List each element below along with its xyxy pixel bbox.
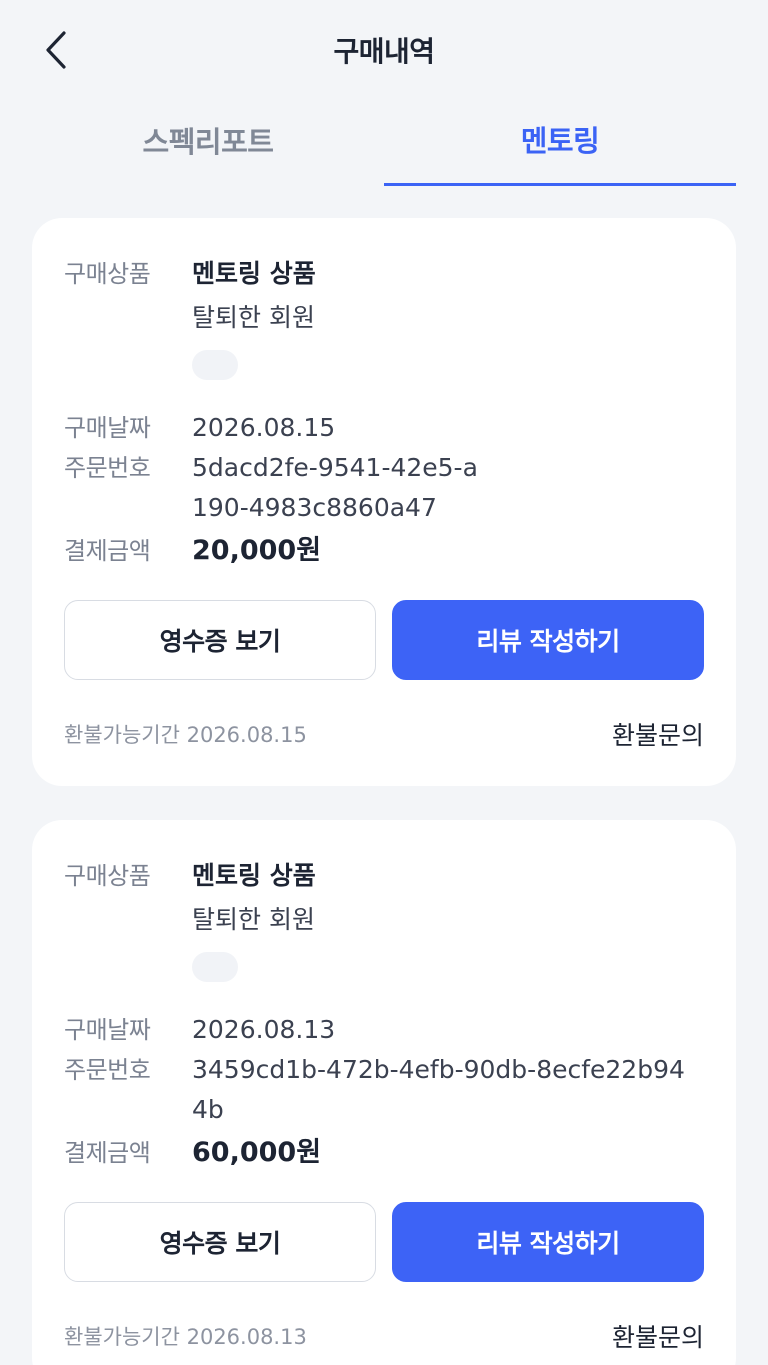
order-number: 3459cd1b-472b-4efb-90db-8ecfe22b944b: [192, 1055, 685, 1124]
tab-spec-report[interactable]: 스펙리포트: [32, 100, 384, 186]
write-review-button[interactable]: 리뷰 작성하기: [392, 600, 704, 680]
date-row: 구매날짜 2026.08.13: [64, 1010, 704, 1050]
payment-amount: 60,000원: [192, 1137, 322, 1168]
date-row: 구매날짜 2026.08.15: [64, 408, 704, 448]
product-info: 멘토링 상품 탈퇴한 회원: [192, 254, 316, 380]
product-label: 구매상품: [64, 260, 151, 288]
refund-inquiry-link[interactable]: 환불문의: [612, 716, 704, 752]
order-number-row: 주문번호 5dacd2fe-9541-42e5-a190-4983c8860a4…: [64, 448, 704, 528]
payment-amount: 20,000원: [192, 535, 322, 566]
action-buttons: 영수증 보기 리뷰 작성하기: [64, 600, 704, 680]
refund-period: 환불가능기간 2026.08.13: [64, 1325, 307, 1349]
date-label: 구매날짜: [64, 1016, 151, 1044]
card-footer: 환불가능기간 2026.08.13 환불문의: [64, 1318, 704, 1354]
order-number: 5dacd2fe-9541-42e5-a190-4983c8860a47: [192, 453, 478, 522]
mentor-name: 탈퇴한 회원: [192, 905, 315, 934]
order-number-row: 주문번호 3459cd1b-472b-4efb-90db-8ecfe22b944…: [64, 1050, 704, 1130]
purchase-date: 2026.08.13: [192, 1015, 336, 1044]
mentor-name: 탈퇴한 회원: [192, 303, 315, 332]
order-number-label: 주문번호: [64, 454, 151, 482]
amount-label: 결제금액: [64, 1139, 151, 1167]
product-label: 구매상품: [64, 862, 151, 890]
amount-row: 결제금액 60,000원: [64, 1130, 704, 1176]
action-buttons: 영수증 보기 리뷰 작성하기: [64, 1202, 704, 1282]
product-name: 멘토링 상품: [192, 259, 316, 288]
purchase-date: 2026.08.15: [192, 413, 336, 442]
amount-row: 결제금액 20,000원: [64, 528, 704, 574]
product-name: 멘토링 상품: [192, 861, 316, 890]
product-row: 구매상품 멘토링 상품 탈퇴한 회원: [64, 856, 704, 982]
product-info: 멘토링 상품 탈퇴한 회원: [192, 856, 316, 982]
amount-label: 결제금액: [64, 537, 151, 565]
order-number-label: 주문번호: [64, 1056, 151, 1084]
refund-period: 환불가능기간 2026.08.15: [64, 723, 307, 747]
page-title: 구매내역: [333, 35, 435, 68]
tab-mentoring[interactable]: 멘토링: [384, 100, 736, 186]
product-row: 구매상품 멘토링 상품 탈퇴한 회원: [64, 254, 704, 380]
date-label: 구매날짜: [64, 414, 151, 442]
card-footer: 환불가능기간 2026.08.15 환불문의: [64, 716, 704, 752]
back-button[interactable]: [36, 26, 76, 74]
order-info: 구매날짜 2026.08.15 주문번호 5dacd2fe-9541-42e5-…: [64, 408, 704, 574]
order-list: 구매상품 멘토링 상품 탈퇴한 회원 구매날짜 2026.08.15 주문번호 …: [0, 186, 768, 1365]
order-card: 구매상품 멘토링 상품 탈퇴한 회원 구매날짜 2026.08.13 주문번호 …: [32, 820, 736, 1365]
tab-bar: 스펙리포트 멘토링: [0, 100, 768, 186]
order-info: 구매날짜 2026.08.13 주문번호 3459cd1b-472b-4efb-…: [64, 1010, 704, 1176]
app-header: 구매내역: [0, 0, 768, 100]
view-receipt-button[interactable]: 영수증 보기: [64, 600, 376, 680]
tag-placeholder: [192, 350, 238, 380]
order-card: 구매상품 멘토링 상품 탈퇴한 회원 구매날짜 2026.08.15 주문번호 …: [32, 218, 736, 786]
refund-inquiry-link[interactable]: 환불문의: [612, 1318, 704, 1354]
write-review-button[interactable]: 리뷰 작성하기: [392, 1202, 704, 1282]
chevron-left-icon: [46, 31, 66, 69]
view-receipt-button[interactable]: 영수증 보기: [64, 1202, 376, 1282]
tag-placeholder: [192, 952, 238, 982]
